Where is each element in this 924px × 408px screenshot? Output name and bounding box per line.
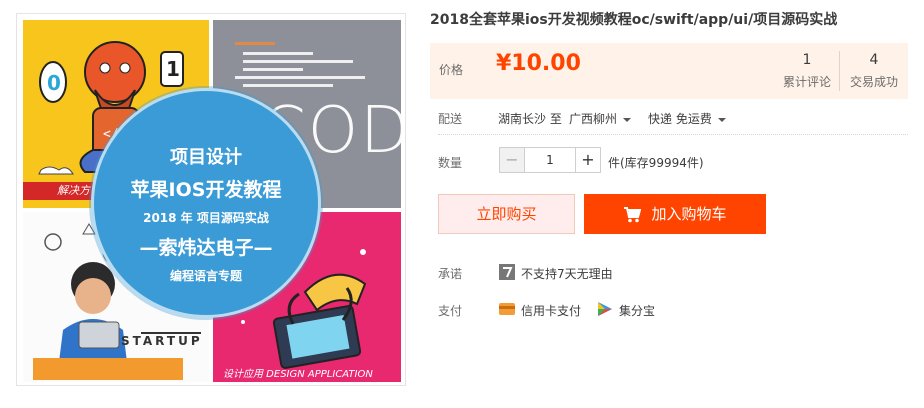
- price-panel: 价格 ¥10.00 1 累计评论 4 交易成功: [430, 43, 908, 99]
- stat-divider: [839, 51, 840, 91]
- reviews-stat[interactable]: 1 累计评论: [775, 51, 839, 90]
- shipping-from: 湖南长沙 至: [498, 112, 562, 126]
- quantity-label: 数量: [438, 156, 463, 170]
- shipping-label: 配送: [438, 112, 463, 126]
- circle-line-2: 苹果IOS开发教程: [130, 179, 282, 201]
- quantity-increase-button[interactable]: +: [575, 147, 601, 173]
- shipping-destination-select[interactable]: 广西柳州: [569, 110, 632, 127]
- chevron-down-icon: [623, 117, 632, 122]
- reviews-label: 累计评论: [782, 75, 831, 89]
- sales-count: 4: [869, 52, 879, 68]
- svg-text:0: 0: [47, 71, 61, 95]
- circle-line-4: —索炜达电子—: [139, 237, 273, 259]
- credit-card-icon: [499, 303, 515, 315]
- price-label: 价格: [439, 63, 464, 77]
- chevron-down-icon: [717, 117, 726, 122]
- circle-line-5: 编程语言专题: [169, 269, 242, 283]
- product-title: 2018全套苹果ios开发视频教程oc/swift/app/ui/项目源码实战: [430, 12, 838, 28]
- shipping-method-select[interactable]: 快递 免运费: [648, 110, 726, 127]
- promise-text: 不支持7天无理由: [521, 267, 613, 281]
- circle-line-3: 2018 年 项目源码实战: [143, 211, 269, 225]
- sales-stat: 4 交易成功: [842, 51, 906, 90]
- product-page: 0 1 </> 解决方: [0, 0, 924, 408]
- add-to-cart-label: 加入购物车: [651, 205, 727, 223]
- price-value: ¥10.00: [496, 51, 581, 76]
- reviews-count: 1: [802, 52, 812, 68]
- payment-method-jifenbao[interactable]: 集分宝: [619, 302, 655, 319]
- shipping-destination: 广西柳州: [569, 112, 618, 126]
- promo-circle: 项目设计 苹果IOS开发教程 2018 年 项目源码实战 —索炜达电子— 编程语…: [91, 88, 321, 318]
- startup-word: STARTUP: [121, 334, 203, 348]
- cart-icon: [624, 206, 642, 222]
- quantity-decrease-button[interactable]: −: [499, 147, 525, 173]
- circle-line-1: 项目设计: [170, 147, 242, 168]
- sales-label: 交易成功: [849, 75, 898, 89]
- shipping-method: 快递 免运费: [648, 112, 712, 126]
- seven-day-icon: [499, 264, 515, 280]
- payment-method-credit[interactable]: 信用卡支付: [521, 302, 581, 319]
- design-caption: 设计应用 DESIGN APPLICATION: [223, 369, 373, 380]
- stock-info: 件(库存99994件): [608, 156, 704, 170]
- quantity-input[interactable]: 1: [525, 147, 575, 173]
- svg-text:1: 1: [166, 57, 180, 81]
- jifenbao-icon: [598, 302, 612, 316]
- promise-label: 承诺: [438, 267, 463, 281]
- payment-label: 支付: [438, 304, 463, 318]
- add-to-cart-button[interactable]: 加入购物车: [584, 194, 766, 234]
- buy-now-button[interactable]: 立即购买: [438, 194, 575, 234]
- product-image[interactable]: 0 1 </> 解决方: [16, 13, 406, 386]
- section-divider: [438, 134, 908, 135]
